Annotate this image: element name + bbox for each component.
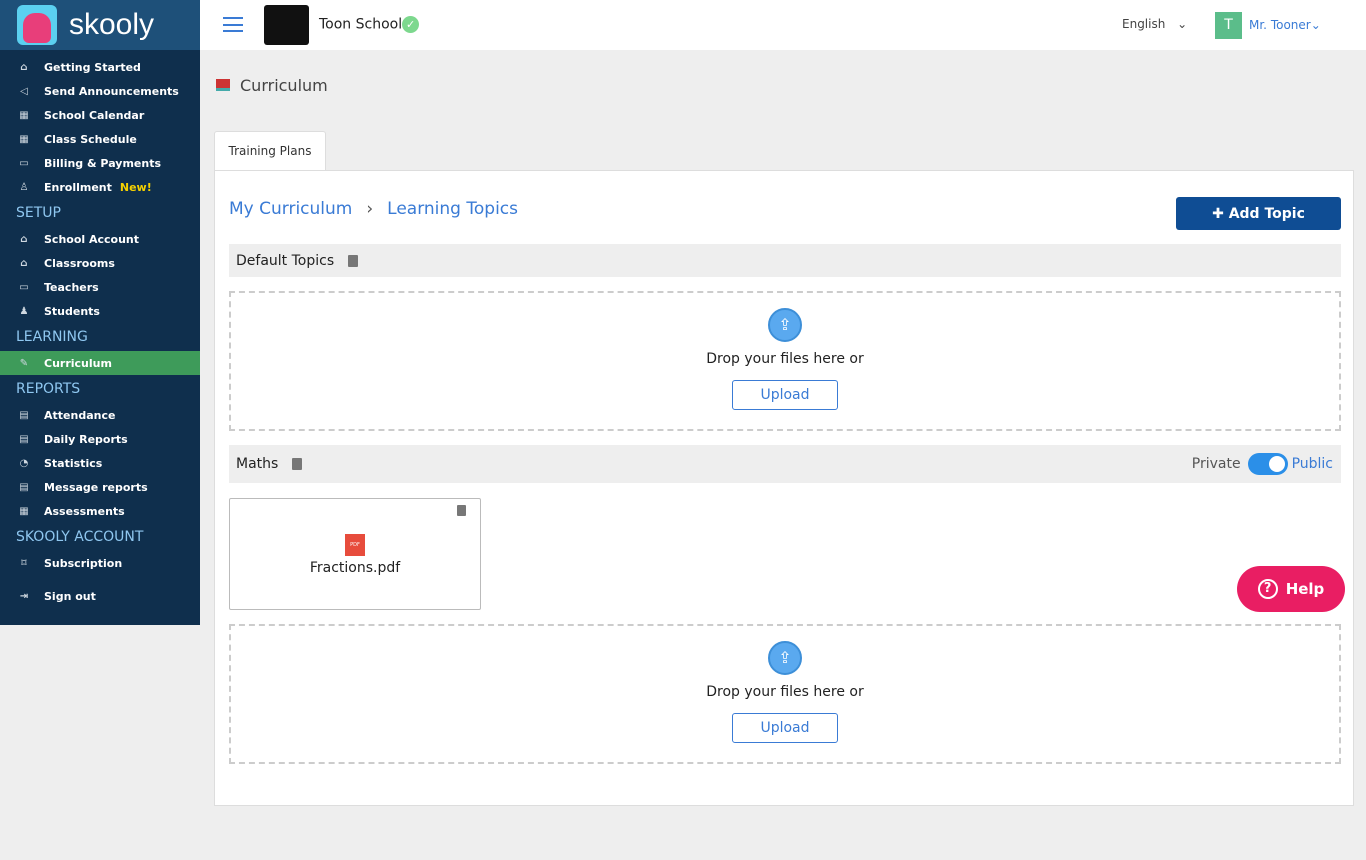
- home-icon: ⌂: [20, 61, 28, 73]
- teacher-icon: ▭: [19, 281, 29, 293]
- user-avatar[interactable]: T: [1215, 12, 1242, 39]
- sidebar-item-getting-started[interactable]: ⌂ Getting Started: [0, 55, 200, 79]
- books-icon: [216, 79, 230, 91]
- upload-button[interactable]: Upload: [732, 713, 838, 743]
- card-icon: ▭: [19, 157, 29, 169]
- sidebar-item-daily-reports[interactable]: ▤ Daily Reports: [0, 427, 200, 451]
- page-title: Curriculum: [216, 76, 328, 95]
- sidebar: skooly ⌂ Getting Started ◁ Send Announceme…: [0, 0, 200, 625]
- breadcrumb-learning-topics[interactable]: Learning Topics: [387, 199, 518, 219]
- curriculum-icon: ✎: [19, 357, 29, 369]
- verified-check-icon: ✓: [402, 16, 420, 33]
- sidebar-item-billing[interactable]: ▭ Billing & Payments: [0, 151, 200, 175]
- visibility-toggle[interactable]: [1247, 453, 1288, 475]
- sidebar-item-classrooms[interactable]: ⌂ Classrooms: [0, 251, 200, 275]
- trash-icon[interactable]: [457, 505, 466, 516]
- sidebar-item-subscription[interactable]: ⌑ Subscription: [0, 551, 200, 575]
- sidebar-item-enrollment[interactable]: ♙ Enrollment New!: [0, 175, 200, 199]
- bookmark-icon: ⌑: [21, 557, 27, 569]
- file-card[interactable]: PDF Fractions.pdf: [229, 498, 481, 610]
- report-icon: ▤: [19, 409, 29, 421]
- sidebar-item-school-account[interactable]: ⌂ School Account: [0, 227, 200, 251]
- school-name: Toon School ✓: [319, 16, 420, 33]
- calendar-icon: ▦: [19, 505, 29, 517]
- megaphone-icon: ◁: [20, 85, 28, 97]
- sidebar-item-teachers[interactable]: ▭ Teachers: [0, 275, 200, 299]
- student-icon: ♟: [19, 305, 29, 317]
- topic-header-default: Default Topics: [229, 244, 1341, 277]
- file-drop-zone[interactable]: ⇪ Drop your files here or Upload: [229, 291, 1341, 431]
- plus-icon: ✚: [1212, 205, 1224, 222]
- sidebar-item-sign-out[interactable]: ⇥ Sign out: [0, 584, 200, 608]
- tab-training-plans[interactable]: Training Plans: [214, 131, 326, 171]
- question-icon: ?: [1257, 579, 1278, 599]
- section-setup: SETUP: [16, 205, 61, 221]
- chevron-down-icon: ⌄: [1177, 17, 1188, 31]
- pdf-file-icon: PDF: [345, 534, 365, 556]
- help-button[interactable]: ? Help: [1237, 566, 1345, 612]
- chevron-right-icon: ›: [366, 199, 374, 219]
- language-select[interactable]: English ⌄: [1122, 17, 1187, 31]
- upload-icon: ⇪: [768, 308, 802, 342]
- classroom-icon: ⌂: [20, 257, 28, 269]
- visibility-toggle-group: Private Public: [1192, 453, 1333, 475]
- section-reports: REPORTS: [16, 381, 81, 397]
- calendar-icon: ▦: [19, 109, 29, 121]
- breadcrumb-my-curriculum[interactable]: My Curriculum: [229, 199, 352, 219]
- pie-chart-icon: ◔: [19, 457, 29, 469]
- sidebar-item-curriculum[interactable]: ✎ Curriculum: [0, 351, 200, 375]
- chevron-down-icon: ⌄: [1310, 18, 1321, 32]
- sidebar-item-send-announcements[interactable]: ◁ Send Announcements: [0, 79, 200, 103]
- calendar-icon: ▦: [19, 133, 29, 145]
- user-plus-icon: ♙: [19, 181, 29, 193]
- sidebar-item-message-reports[interactable]: ▤ Message reports: [0, 475, 200, 499]
- hamburger-menu-icon[interactable]: [223, 17, 243, 32]
- upload-button[interactable]: Upload: [732, 380, 838, 410]
- section-skooly-account: SKOOLY ACCOUNT: [16, 529, 144, 545]
- logo[interactable]: skooly: [0, 0, 200, 50]
- sidebar-item-statistics[interactable]: ◔ Statistics: [0, 451, 200, 475]
- school-icon: ⌂: [20, 233, 28, 245]
- sidebar-item-students[interactable]: ♟ Students: [0, 299, 200, 323]
- breadcrumb: My Curriculum › Learning Topics: [229, 199, 518, 219]
- file-drop-zone[interactable]: ⇪ Drop your files here or Upload: [229, 624, 1341, 764]
- upload-icon: ⇪: [768, 641, 802, 675]
- user-menu[interactable]: Mr. Tooner⌄: [1249, 18, 1321, 32]
- add-topic-button[interactable]: ✚ Add Topic: [1176, 197, 1341, 230]
- trash-icon[interactable]: [348, 254, 359, 267]
- top-bar: Toon School ✓ English ⌄ T Mr. Tooner⌄: [200, 0, 1366, 50]
- sidebar-item-assessments[interactable]: ▦ Assessments: [0, 499, 200, 523]
- report-icon: ▤: [19, 433, 29, 445]
- report-icon: ▤: [19, 481, 29, 493]
- sidebar-item-class-schedule[interactable]: ▦ Class Schedule: [0, 127, 200, 151]
- topic-header-maths: Maths Private Public: [229, 445, 1341, 483]
- content-panel: My Curriculum › Learning Topics ✚ Add Topi…: [214, 170, 1354, 806]
- sidebar-item-school-calendar[interactable]: ▦ School Calendar: [0, 103, 200, 127]
- sign-out-icon: ⇥: [19, 590, 29, 602]
- school-avatar: [264, 5, 309, 45]
- section-learning: LEARNING: [16, 329, 88, 345]
- trash-icon[interactable]: [292, 458, 303, 470]
- sidebar-item-attendance[interactable]: ▤ Attendance: [0, 403, 200, 427]
- new-badge: New!: [119, 180, 152, 194]
- owl-logo-icon: [17, 5, 57, 45]
